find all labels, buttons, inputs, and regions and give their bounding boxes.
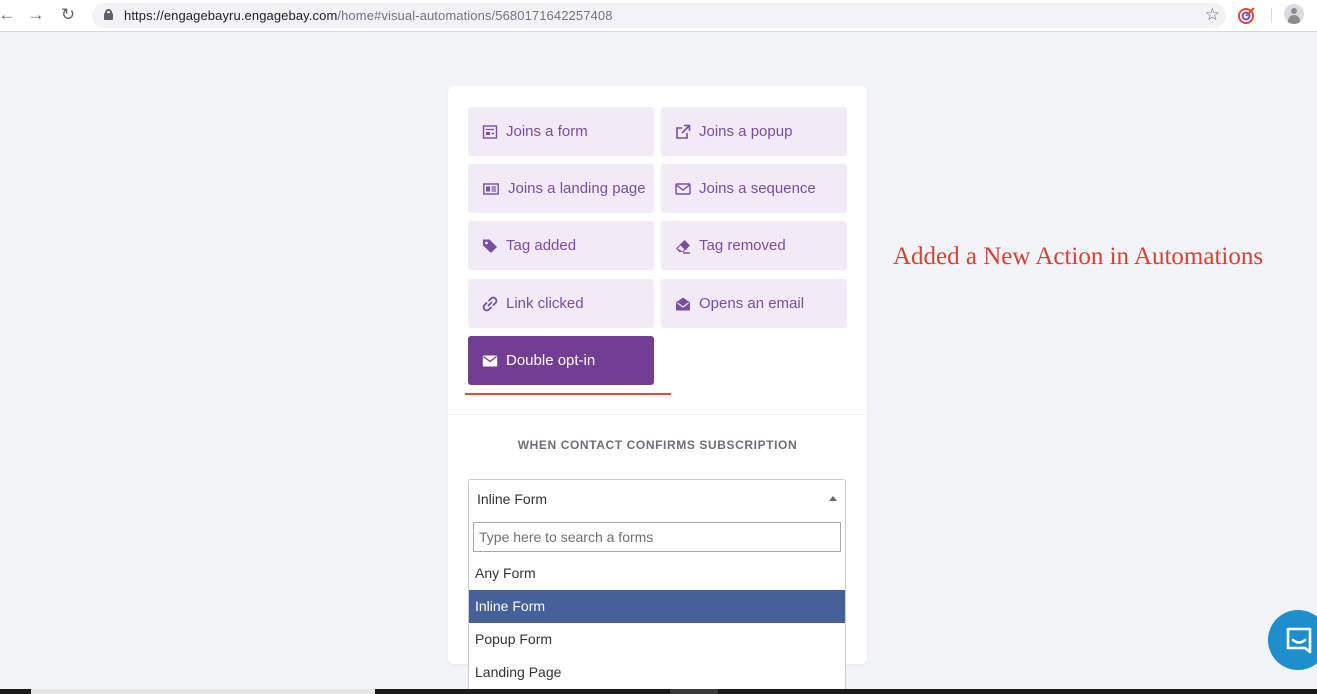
trigger-label: Joins a popup [699, 123, 793, 140]
trigger-tag-added[interactable]: Tag added [468, 221, 654, 270]
option-inline-form[interactable]: Inline Form [469, 590, 845, 623]
trigger-label: Double opt-in [506, 352, 596, 369]
form-search-input[interactable] [473, 522, 841, 552]
trigger-label: Tag added [506, 237, 577, 254]
highlight-underline [465, 393, 671, 395]
taskbar-segment [670, 689, 718, 694]
url-host: https://engagebayru.engagebay.com [124, 8, 338, 23]
trigger-joins-sequence[interactable]: Joins a sequence [661, 164, 847, 213]
caret-up-icon [829, 496, 837, 501]
bookmark-star-icon[interactable]: ☆ [1205, 5, 1220, 25]
tag-icon [483, 239, 497, 253]
chat-icon [1286, 627, 1312, 654]
extension-target-icon[interactable] [1237, 5, 1257, 25]
landing-page-icon [483, 182, 499, 195]
trigger-link-clicked[interactable]: Link clicked [468, 279, 654, 328]
reload-icon[interactable]: ↻ [57, 4, 79, 26]
eraser-icon [676, 239, 690, 254]
external-link-icon [676, 124, 691, 139]
link-icon [482, 296, 498, 311]
trigger-double-opt-in[interactable]: Double opt-in [468, 336, 654, 385]
option-any-form[interactable]: Any Form [469, 557, 845, 590]
trigger-label: Opens an email [699, 295, 805, 312]
section-heading: WHEN CONTACT CONFIRMS SUBSCRIPTION [517, 438, 798, 452]
profile-avatar-icon[interactable] [1284, 4, 1304, 24]
trigger-tag-removed[interactable]: Tag removed [661, 221, 847, 270]
envelope-outline-icon [675, 182, 691, 195]
forward-icon[interactable]: → [25, 4, 47, 26]
url-path: /home#visual-automations/568017164225740… [337, 8, 613, 23]
option-landing-page[interactable]: Landing Page [469, 656, 845, 689]
annotation-text: Added a New Action in Automations [893, 243, 1264, 270]
trigger-joins-popup[interactable]: Joins a popup [661, 107, 847, 156]
address-bar[interactable]: https://engagebayru.engagebay.com/home#v… [92, 3, 1226, 28]
trigger-label: Joins a form [506, 123, 588, 140]
toolbar-separator [1271, 8, 1272, 23]
taskbar-segment [31, 689, 375, 694]
option-popup-form[interactable]: Popup Form [469, 623, 845, 656]
trigger-label: Joins a sequence [699, 180, 816, 197]
form-select[interactable]: Inline Form [468, 479, 846, 518]
section-divider [448, 414, 867, 415]
form-icon [482, 124, 498, 139]
taskbar [0, 689, 1317, 694]
trigger-label: Tag removed [699, 237, 786, 254]
browser-toolbar: ← → ↻ https://engagebayru.engagebay.com/… [0, 0, 1317, 32]
select-value: Inline Form [477, 491, 548, 507]
trigger-joins-form[interactable]: Joins a form [468, 107, 654, 156]
trigger-label: Joins a landing page [508, 180, 646, 197]
lock-icon [104, 9, 113, 20]
trigger-opens-email[interactable]: Opens an email [661, 279, 847, 328]
form-select-dropdown: Any Form Inline Form Popup Form Landing … [468, 517, 846, 694]
envelope-open-icon [676, 297, 690, 310]
back-icon[interactable]: ← [0, 4, 18, 26]
envelope-icon [482, 355, 498, 366]
trigger-joins-landing-page[interactable]: Joins a landing page [468, 164, 654, 213]
url-text[interactable]: https://engagebayru.engagebay.com/home#v… [124, 8, 613, 23]
trigger-label: Link clicked [506, 295, 584, 312]
chat-launcher-button[interactable] [1268, 610, 1317, 670]
